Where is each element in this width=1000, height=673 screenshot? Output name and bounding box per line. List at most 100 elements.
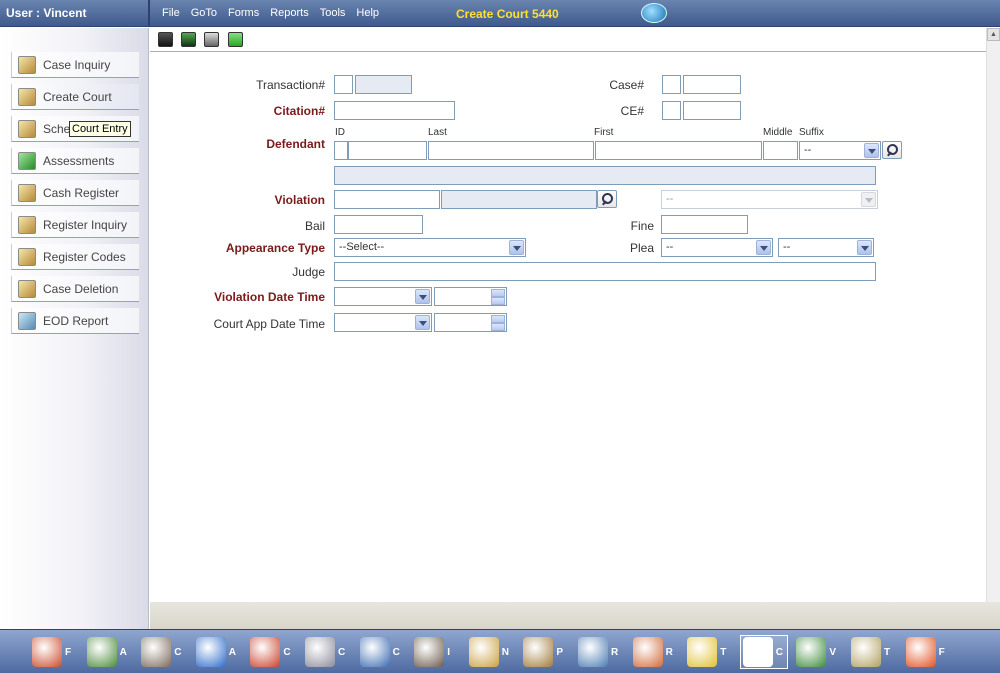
taskbar-button-label: T bbox=[720, 646, 727, 658]
transaction-prefix-field[interactable] bbox=[334, 75, 353, 94]
spin-down-icon[interactable] bbox=[491, 323, 505, 331]
court-app-time-spinner[interactable] bbox=[434, 313, 507, 332]
chevron-down-icon[interactable] bbox=[864, 143, 879, 158]
scrollbar[interactable]: ▲ bbox=[986, 28, 1000, 602]
save-icon[interactable] bbox=[158, 32, 173, 47]
taskbar-button-label: C bbox=[283, 646, 291, 658]
taskbar-button[interactable]: F bbox=[904, 635, 952, 669]
print-icon[interactable] bbox=[204, 32, 219, 47]
defendant-name-display bbox=[334, 166, 876, 185]
taskbar-button[interactable]: T bbox=[685, 635, 733, 669]
defendant-lookup-button[interactable] bbox=[882, 141, 902, 159]
ce-prefix-field[interactable] bbox=[662, 101, 681, 120]
first-sublabel: First bbox=[594, 127, 614, 138]
chevron-down-icon[interactable] bbox=[415, 289, 430, 304]
taskbar-button-label: C bbox=[174, 646, 182, 658]
menu-help[interactable]: Help bbox=[356, 7, 379, 19]
taskbar-button[interactable]: R bbox=[631, 635, 679, 669]
citation-field[interactable] bbox=[334, 101, 455, 120]
defendant-first-field[interactable] bbox=[595, 141, 762, 160]
spin-down-icon[interactable] bbox=[491, 297, 505, 305]
sidebar-item-create-court[interactable]: Create Court bbox=[11, 84, 139, 110]
scroll-up-icon[interactable]: ▲ bbox=[987, 28, 1000, 41]
ce-number-field[interactable] bbox=[683, 101, 741, 120]
sidebar-item-register-codes[interactable]: Register Codes bbox=[11, 244, 139, 270]
sidebar-item-assessments[interactable]: Assessments bbox=[11, 148, 139, 174]
taskbar-button[interactable]: C bbox=[739, 635, 788, 669]
sidebar-item-label: Register Inquiry bbox=[43, 217, 128, 232]
appearance-type-label: Appearance Type bbox=[225, 241, 325, 255]
report-icon bbox=[18, 311, 36, 330]
plea-select-2[interactable]: -- bbox=[778, 238, 874, 257]
taskbar-button[interactable]: P bbox=[521, 635, 569, 669]
menu-reports[interactable]: Reports bbox=[270, 7, 309, 19]
chevron-down-icon[interactable] bbox=[857, 240, 872, 255]
case-deletion-icon bbox=[18, 279, 36, 298]
taskbar-button-label: R bbox=[665, 646, 673, 658]
court-app-date-picker[interactable] bbox=[334, 313, 432, 332]
spin-up-icon[interactable] bbox=[491, 289, 505, 297]
menu-forms[interactable]: Forms bbox=[228, 7, 259, 19]
menu-tools[interactable]: Tools bbox=[320, 7, 346, 19]
taskbar-button[interactable]: C bbox=[139, 635, 187, 669]
spin-up-icon[interactable] bbox=[491, 315, 505, 323]
appearance-type-select[interactable]: --Select-- bbox=[334, 238, 526, 257]
appearance-type-value: --Select-- bbox=[339, 241, 385, 253]
violation-lookup-button[interactable] bbox=[597, 190, 617, 208]
sidebar-item-case-deletion[interactable]: Case Deletion bbox=[11, 276, 139, 302]
menu-goto[interactable]: GoTo bbox=[191, 7, 217, 19]
fine-field[interactable] bbox=[661, 215, 748, 234]
menu-file[interactable]: File bbox=[162, 7, 180, 19]
sidebar-item-case-inquiry[interactable]: Case Inquiry bbox=[11, 52, 139, 78]
top-bar: User : Vincent File GoTo Forms Reports T… bbox=[0, 0, 1000, 27]
taskbar-button[interactable]: C bbox=[303, 635, 351, 669]
taskbar-button[interactable]: A bbox=[194, 635, 242, 669]
violation-time-spinner[interactable] bbox=[434, 287, 507, 306]
defendant-id-number-field[interactable] bbox=[348, 141, 427, 160]
violation-select: -- bbox=[661, 190, 878, 209]
officer-icon bbox=[141, 637, 172, 667]
plea-label: Plea bbox=[629, 241, 654, 255]
taskbar-button[interactable]: F bbox=[30, 635, 78, 669]
courthouse-icon bbox=[18, 87, 36, 106]
sidebar-item-cash-register[interactable]: Cash Register bbox=[11, 180, 139, 206]
taskbar-button[interactable]: N bbox=[467, 635, 515, 669]
register-codes-icon bbox=[18, 247, 36, 266]
taskbar-button[interactable]: C bbox=[248, 635, 296, 669]
sidebar-item-label: Case Inquiry bbox=[43, 57, 111, 72]
sidebar-item-label: Register Codes bbox=[43, 249, 126, 264]
suffix-select[interactable]: -- bbox=[799, 141, 881, 160]
taskbar-button[interactable]: V bbox=[794, 635, 842, 669]
chevron-down-icon[interactable] bbox=[509, 240, 524, 255]
chevron-down-icon[interactable] bbox=[756, 240, 771, 255]
case-number-field[interactable] bbox=[683, 75, 741, 94]
sidebar-item-eod-report[interactable]: EOD Report bbox=[11, 308, 139, 334]
refresh-icon[interactable] bbox=[228, 32, 243, 47]
case-prefix-field[interactable] bbox=[662, 75, 681, 94]
taskbar-button[interactable]: R bbox=[576, 635, 624, 669]
judge-field[interactable] bbox=[334, 262, 876, 281]
plea-select-1-value: -- bbox=[666, 241, 674, 253]
user-label: User : Vincent bbox=[6, 6, 87, 20]
bail-field[interactable] bbox=[334, 215, 423, 234]
home-icon bbox=[32, 637, 62, 667]
taskbar-button[interactable]: T bbox=[849, 635, 897, 669]
defendant-middle-field[interactable] bbox=[763, 141, 798, 160]
cash-register-icon bbox=[18, 183, 36, 202]
taskbar-button-label: C bbox=[338, 646, 346, 658]
chevron-down-icon[interactable] bbox=[415, 315, 430, 330]
taskbar-button[interactable]: I bbox=[412, 635, 460, 669]
violation-date-picker[interactable] bbox=[334, 287, 432, 306]
taskbar-button[interactable]: C bbox=[358, 635, 406, 669]
sidebar-item-register-inquiry[interactable]: Register Inquiry bbox=[11, 212, 139, 238]
violation-code-field[interactable] bbox=[334, 190, 440, 209]
globe-logo-icon bbox=[641, 3, 667, 23]
save-as-icon[interactable] bbox=[181, 32, 196, 47]
taskbar-button-label: V bbox=[829, 646, 837, 658]
defendant-id-field[interactable] bbox=[334, 141, 348, 160]
plea-select-1[interactable]: -- bbox=[661, 238, 773, 257]
taskbar-button[interactable]: A bbox=[85, 635, 133, 669]
road-sign-icon bbox=[687, 637, 718, 667]
dollar-icon bbox=[18, 151, 36, 170]
defendant-last-field[interactable] bbox=[428, 141, 594, 160]
